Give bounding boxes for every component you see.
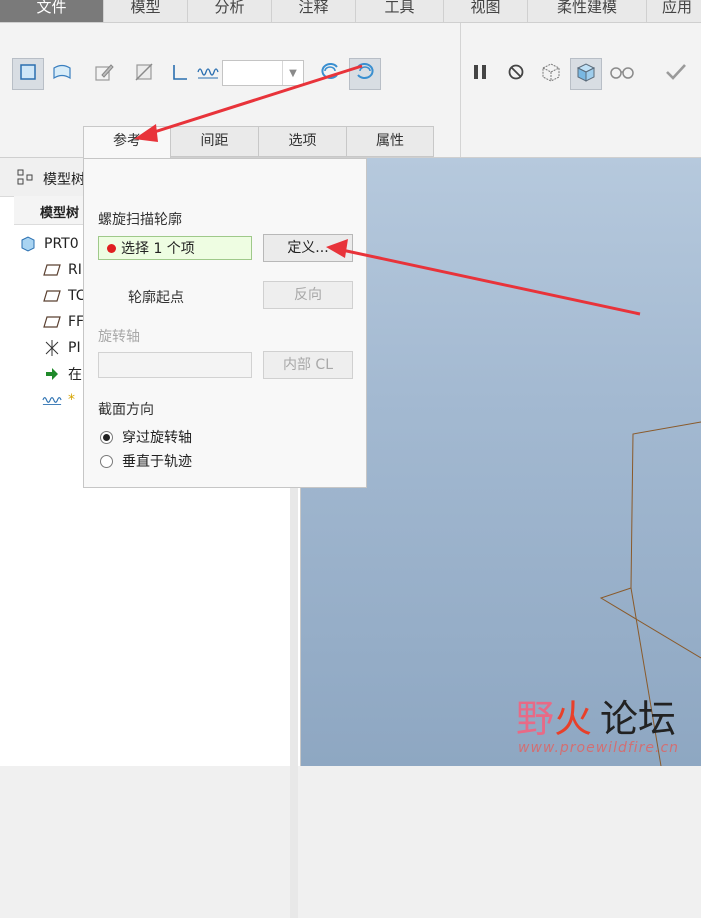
forum-watermark: 野 火 论坛 www.proewildfire.cn	[516, 688, 696, 758]
tree-item-part[interactable]: PRT0	[18, 233, 79, 255]
profile-start-label: 轮廓起点	[128, 290, 184, 306]
radio-normal-to-trajectory[interactable]: 垂直于轨迹	[100, 451, 192, 471]
model-tree-title: 模型树	[43, 172, 85, 188]
watermark-url: www.proewildfire.cn	[518, 740, 680, 756]
right-handed-button[interactable]	[349, 58, 381, 90]
section-orientation-label: 截面方向	[98, 402, 154, 418]
pitch-value-combo[interactable]: ▼	[222, 60, 304, 86]
chevron-down-icon[interactable]: ▼	[282, 61, 303, 85]
datum-plane-icon	[42, 313, 62, 331]
solid-icon	[18, 62, 38, 86]
menu-tab-view[interactable]: 视图	[444, 0, 528, 22]
tree-item-label: PI	[68, 340, 81, 356]
profile-collector[interactable]: 选择 1 个项	[98, 236, 252, 260]
tree-item-label: FF	[68, 314, 85, 330]
left-handed-button[interactable]	[314, 58, 346, 90]
no-preview-icon	[507, 63, 525, 85]
axis-label: 旋转轴	[98, 329, 140, 345]
internal-cl-button[interactable]: 内部 CL	[263, 351, 353, 379]
remove-material-icon	[133, 61, 155, 87]
sketch-button[interactable]	[88, 58, 120, 90]
profile-label: 螺旋扫描轮廓	[98, 212, 182, 228]
datum-plane-icon	[42, 261, 62, 279]
collector-text: 选择 1 个项	[121, 241, 195, 257]
menu-bar: 文件 模型 分析 注释 工具 视图 柔性建模 应用	[0, 0, 701, 23]
flip-button[interactable]: 反向	[263, 281, 353, 309]
glasses-icon	[609, 64, 635, 84]
tab-spacing[interactable]: 间距	[170, 126, 259, 157]
helix-pitch-button[interactable]	[192, 58, 224, 90]
references-panel: 螺旋扫描轮廓 选择 1 个项 定义... 轮廓起点 反向 旋转轴 内部 CL 截…	[83, 158, 367, 488]
radio-label: 垂直于轨迹	[122, 454, 192, 470]
radio-button[interactable]	[100, 430, 113, 444]
sketch-pencil-icon	[93, 61, 115, 87]
tree-item-label: RI	[68, 262, 82, 278]
menu-tab-analysis[interactable]: 分析	[188, 0, 272, 22]
solid-button[interactable]	[12, 58, 44, 90]
radio-label: 穿过旋转轴	[122, 430, 192, 446]
tab-options[interactable]: 选项	[258, 126, 347, 157]
glasses-preview-button[interactable]	[606, 58, 638, 90]
thicken-icon	[170, 62, 190, 86]
selection-dot-icon	[107, 243, 116, 253]
axis-collector[interactable]	[98, 352, 252, 378]
model-tree-icon	[16, 168, 34, 190]
tree-item-helical-sweep[interactable]: *	[42, 389, 75, 411]
ribbon-divider	[460, 23, 461, 157]
ok-button[interactable]	[660, 58, 692, 90]
tree-item-label: *	[68, 392, 75, 408]
menu-tab-flexible-modeling[interactable]: 柔性建模	[528, 0, 647, 22]
checkmark-icon	[664, 62, 688, 86]
tab-references[interactable]: 参考	[83, 126, 171, 159]
tree-item-insert-here[interactable]: 在	[42, 363, 82, 385]
preview-wireframe-button[interactable]	[535, 58, 567, 90]
helical-sweep-feature-icon	[42, 391, 62, 409]
surface-button[interactable]	[46, 58, 78, 90]
shaded-preview-icon	[574, 61, 598, 87]
radio-button[interactable]	[100, 454, 113, 468]
model-tree-scrollbar[interactable]	[290, 458, 298, 918]
watermark-text-c: 论坛	[600, 697, 677, 741]
watermark-text-b: 火	[554, 697, 593, 741]
helix-pitch-icon	[196, 64, 220, 84]
tree-item-datum-right[interactable]: RI	[42, 259, 82, 281]
insert-here-arrow-icon	[42, 365, 62, 383]
tree-item-label: 在	[68, 367, 82, 383]
wireframe-preview-icon	[539, 61, 563, 87]
pause-button[interactable]	[464, 58, 496, 90]
tree-item-label: PRT0	[44, 236, 79, 252]
tree-item-datum-top[interactable]: TC	[42, 285, 86, 307]
pause-icon	[472, 63, 488, 85]
left-handed-helix-icon	[317, 59, 343, 89]
surface-icon	[51, 62, 73, 86]
helix-profile-line	[599, 421, 701, 659]
menu-tab-model[interactable]: 模型	[104, 0, 188, 22]
coordinate-system-icon	[42, 339, 62, 357]
radio-through-axis[interactable]: 穿过旋转轴	[100, 427, 192, 447]
menu-tab-annotate[interactable]: 注释	[272, 0, 356, 22]
verify-button[interactable]	[570, 58, 602, 90]
no-preview-button[interactable]	[500, 58, 532, 90]
tree-item-datum-front[interactable]: FF	[42, 311, 84, 333]
menu-tab-tools[interactable]: 工具	[356, 0, 444, 22]
column-header-label: 模型树	[40, 206, 80, 221]
tab-properties[interactable]: 属性	[346, 126, 434, 157]
menu-tab-file[interactable]: 文件	[0, 0, 104, 22]
watermark-text-a: 野	[516, 697, 555, 741]
remove-material-button[interactable]	[128, 58, 160, 90]
right-handed-helix-icon	[352, 59, 378, 89]
part-icon	[18, 235, 38, 253]
menu-tab-applications[interactable]: 应用	[647, 0, 701, 22]
define-button[interactable]: 定义...	[263, 234, 353, 262]
datum-plane-icon	[42, 287, 62, 305]
tree-item-coordinate-system[interactable]: PI	[42, 337, 81, 359]
